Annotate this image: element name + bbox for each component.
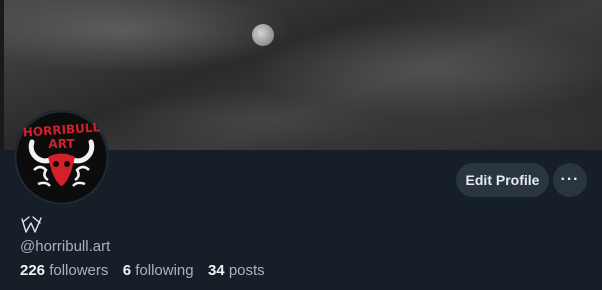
following-stat[interactable]: 6 following	[123, 262, 198, 279]
moon-decoration	[252, 24, 274, 46]
avatar[interactable]: HORRIBULL ART	[14, 110, 109, 205]
following-count: 6	[122, 262, 132, 279]
more-options-button[interactable]: ···	[553, 163, 587, 197]
svg-text:ART: ART	[48, 137, 75, 151]
posts-stat: 34 posts	[208, 262, 265, 279]
profile-handle: @horribull.art	[20, 238, 111, 255]
followers-label: followers	[49, 262, 109, 279]
more-icon: ···	[560, 171, 580, 188]
profile-stats: 226 followers 6 following 34 posts	[20, 262, 265, 279]
followers-count: 226	[20, 262, 46, 279]
posts-label: posts	[228, 262, 265, 279]
followers-stat[interactable]: 226 followers	[20, 262, 113, 279]
horribull-logo-icon: HORRIBULL ART	[14, 110, 109, 205]
display-name-icon	[20, 214, 44, 234]
edit-profile-button[interactable]: Edit Profile	[456, 163, 549, 197]
posts-count: 34	[207, 262, 225, 279]
following-label: following	[135, 262, 194, 279]
